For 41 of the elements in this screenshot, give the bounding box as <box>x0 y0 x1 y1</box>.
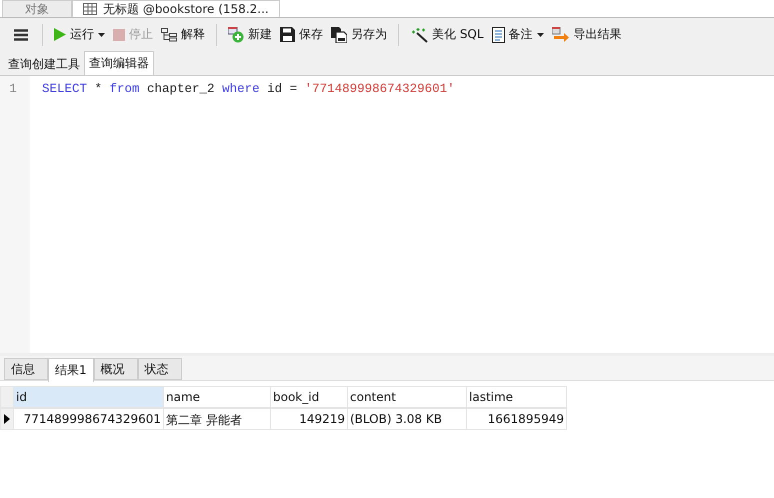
current-row-icon <box>4 414 10 424</box>
export-icon <box>552 27 570 42</box>
play-icon <box>54 28 66 41</box>
save-icon <box>280 27 295 42</box>
document-tab[interactable]: 无标题 @bookstore (158.2... <box>72 0 280 17</box>
new-query-icon <box>228 26 244 42</box>
document-tab[interactable]: 对象 <box>2 0 72 17</box>
result-tab[interactable]: 结果1 <box>48 358 94 382</box>
beautify-button[interactable]: 美化 SQL <box>407 23 487 46</box>
magic-wand-icon <box>410 26 428 42</box>
line-number: 1 <box>8 82 18 96</box>
result-tab[interactable]: 概况 <box>94 358 138 380</box>
explain-button[interactable]: 解释 <box>158 23 208 46</box>
diagram-icon <box>161 28 177 42</box>
table-cell: 149219 <box>271 408 348 430</box>
result-tab[interactable]: 状态 <box>138 358 182 380</box>
code-line: SELECT * from chapter_2 where id = '771489998674329601' <box>42 82 455 96</box>
table-grid-icon <box>83 3 97 15</box>
column-header[interactable]: name <box>164 386 271 408</box>
stop-icon <box>113 28 125 40</box>
saveas-button[interactable]: 另存为 <box>328 23 390 46</box>
table-cell: 1661895949 <box>467 408 567 430</box>
table-cell: 771489998674329601 <box>14 408 164 430</box>
table-cell: 第二章 异能者 <box>164 408 271 430</box>
column-header[interactable]: content <box>348 386 467 408</box>
export-button[interactable]: 导出结果 <box>548 23 625 46</box>
save-button[interactable]: 保存 <box>277 23 326 46</box>
result-tab[interactable]: 信息 <box>4 358 48 380</box>
menu-icon <box>14 28 28 40</box>
save-as-icon <box>331 26 347 42</box>
column-header[interactable]: lastime <box>467 386 567 408</box>
column-header[interactable]: id <box>14 386 164 408</box>
document-icon <box>492 26 505 42</box>
note-button[interactable]: 备注 <box>488 23 547 46</box>
editor-tab[interactable]: 查询编辑器 <box>84 51 154 75</box>
column-header[interactable]: book_id <box>271 386 348 408</box>
caret-icon <box>98 32 105 36</box>
caret-icon <box>536 32 544 36</box>
table-cell: (BLOB) 3.08 KB <box>348 408 467 430</box>
run-button[interactable]: 运行 <box>51 23 108 46</box>
new-button[interactable]: 新建 <box>225 23 275 46</box>
